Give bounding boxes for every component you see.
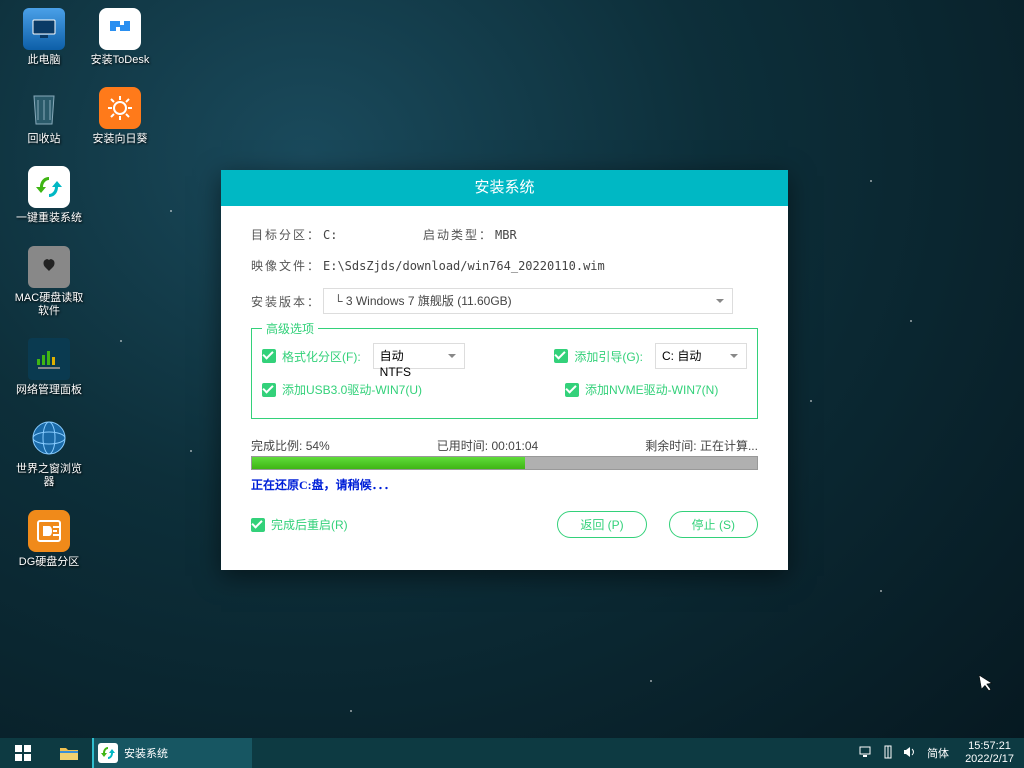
back-button[interactable]: 返回 (P) <box>557 511 646 538</box>
device-tray-icon[interactable] <box>883 745 893 762</box>
desktop-this-pc[interactable]: 此电脑 <box>14 8 74 67</box>
usb3-driver-label: 添加USB3.0驱动-WIN7(U) <box>282 381 422 398</box>
taskbar: 安装系统 简体 15:57:21 2022/2/17 <box>0 738 1024 768</box>
target-partition-row: 目标分区： C: 启动类型： MBR <box>251 226 758 243</box>
folder-icon <box>59 745 79 761</box>
mac-disk-icon <box>28 246 70 288</box>
clock[interactable]: 15:57:21 2022/2/17 <box>959 740 1020 766</box>
desktop-diskgenius[interactable]: DG硬盘分区 <box>14 510 84 569</box>
pc-icon <box>23 8 65 50</box>
restart-after-label: 完成后重启(R) <box>271 516 348 533</box>
add-boot-label: 添加引导(G): <box>574 348 643 365</box>
icon-label: 一键重装系统 <box>16 212 82 225</box>
browser-icon <box>28 417 70 459</box>
format-fs-value: 自动 NTFS <box>380 349 411 379</box>
desktop-theworld-browser[interactable]: 世界之窗浏览器 <box>14 417 84 489</box>
installer-window: 安装系统 目标分区： C: 启动类型： MBR 映像文件： E:\SdsZjds… <box>221 170 788 570</box>
add-boot-checkbox[interactable] <box>554 349 568 363</box>
explorer-button[interactable] <box>46 738 92 768</box>
icon-label: MAC硬盘读取软件 <box>14 292 84 318</box>
format-partition-checkbox[interactable] <box>262 349 276 363</box>
image-file-value: E:\SdsZjds/download/win764_20220110.wim <box>323 259 605 273</box>
install-version-label: 安装版本： <box>251 293 323 310</box>
progress-elapsed-label: 已用时间: <box>437 439 488 453</box>
format-fs-select[interactable]: 自动 NTFS <box>373 343 465 369</box>
icon-label: 安装ToDesk <box>91 54 150 67</box>
target-partition-label: 目标分区： <box>251 226 323 243</box>
add-boot-value: C: 自动 <box>662 349 701 363</box>
icon-label: 安装向日葵 <box>93 133 148 146</box>
clock-time: 15:57:21 <box>965 740 1014 753</box>
clock-date: 2022/2/17 <box>965 753 1014 766</box>
ime-indicator[interactable]: 简体 <box>927 745 949 761</box>
image-file-row: 映像文件： E:\SdsZjds/download/win764_2022011… <box>251 257 758 274</box>
icon-label: DG硬盘分区 <box>19 556 80 569</box>
image-file-label: 映像文件： <box>251 257 323 274</box>
task-label: 安装系统 <box>124 745 168 761</box>
install-version-value: └ 3 Windows 7 旗舰版 (11.60GB) <box>334 294 512 308</box>
usb3-driver-checkbox[interactable] <box>262 383 276 397</box>
reinstall-icon <box>28 166 70 208</box>
advanced-options: 高级选项 格式化分区(F): 自动 NTFS 添加引导(G): C: 自动 添加… <box>251 328 758 419</box>
stop-button[interactable]: 停止 (S) <box>669 511 758 538</box>
add-boot-select[interactable]: C: 自动 <box>655 343 747 369</box>
desktop-sunlogin[interactable]: 安装向日葵 <box>90 87 150 146</box>
format-partition-label: 格式化分区(F): <box>282 348 361 365</box>
icon-label: 网络管理面板 <box>16 384 82 397</box>
network-icon <box>28 338 70 380</box>
network-tray-icon[interactable] <box>859 746 873 761</box>
todesk-icon <box>99 8 141 50</box>
diskgenius-icon <box>28 510 70 552</box>
advanced-options-title: 高级选项 <box>262 320 318 337</box>
sunlogin-icon <box>99 87 141 129</box>
progress-percent-label: 完成比例: <box>251 439 302 453</box>
progress-elapsed-value: 00:01:04 <box>491 439 538 453</box>
icon-label: 世界之窗浏览器 <box>14 463 84 489</box>
icon-label: 回收站 <box>28 133 61 146</box>
boot-type-value: MBR <box>495 228 517 242</box>
desktop-reinstall[interactable]: 一键重装系统 <box>14 166 84 225</box>
progress-bar <box>251 456 758 470</box>
boot-type-label: 启动类型： <box>423 226 495 243</box>
window-title: 安装系统 <box>221 170 788 206</box>
install-version-row: 安装版本： └ 3 Windows 7 旗舰版 (11.60GB) <box>251 288 758 314</box>
system-tray: 简体 15:57:21 2022/2/17 <box>859 740 1024 766</box>
desktop-todesk[interactable]: 安装ToDesk <box>90 8 150 67</box>
desktop-recycle-bin[interactable]: 回收站 <box>14 87 74 146</box>
start-button[interactable] <box>0 738 46 768</box>
progress-remain-label: 剩余时间: <box>645 439 696 453</box>
icon-label: 此电脑 <box>28 54 61 67</box>
recycle-icon <box>23 87 65 129</box>
restart-after-checkbox[interactable] <box>251 518 265 532</box>
desktop-mac-disk[interactable]: MAC硬盘读取软件 <box>14 246 84 318</box>
nvme-driver-checkbox[interactable] <box>565 383 579 397</box>
windows-icon <box>15 745 31 761</box>
taskbar-task-installer[interactable]: 安装系统 <box>92 738 252 768</box>
progress-fill <box>252 457 525 469</box>
target-partition-value: C: <box>323 228 423 242</box>
nvme-driver-label: 添加NVME驱动-WIN7(N) <box>585 381 741 398</box>
volume-tray-icon[interactable] <box>903 746 917 761</box>
install-version-select[interactable]: └ 3 Windows 7 旗舰版 (11.60GB) <box>323 288 733 314</box>
progress-info: 完成比例: 54% 已用时间: 00:01:04 剩余时间: 正在计算... <box>251 437 758 454</box>
progress-percent-value: 54% <box>306 439 330 453</box>
task-icon <box>98 743 118 763</box>
progress-remain-value: 正在计算... <box>700 439 758 453</box>
status-text: 正在还原C:盘，请稍候．．． <box>251 476 758 493</box>
desktop-network-panel[interactable]: 网络管理面板 <box>14 338 84 397</box>
